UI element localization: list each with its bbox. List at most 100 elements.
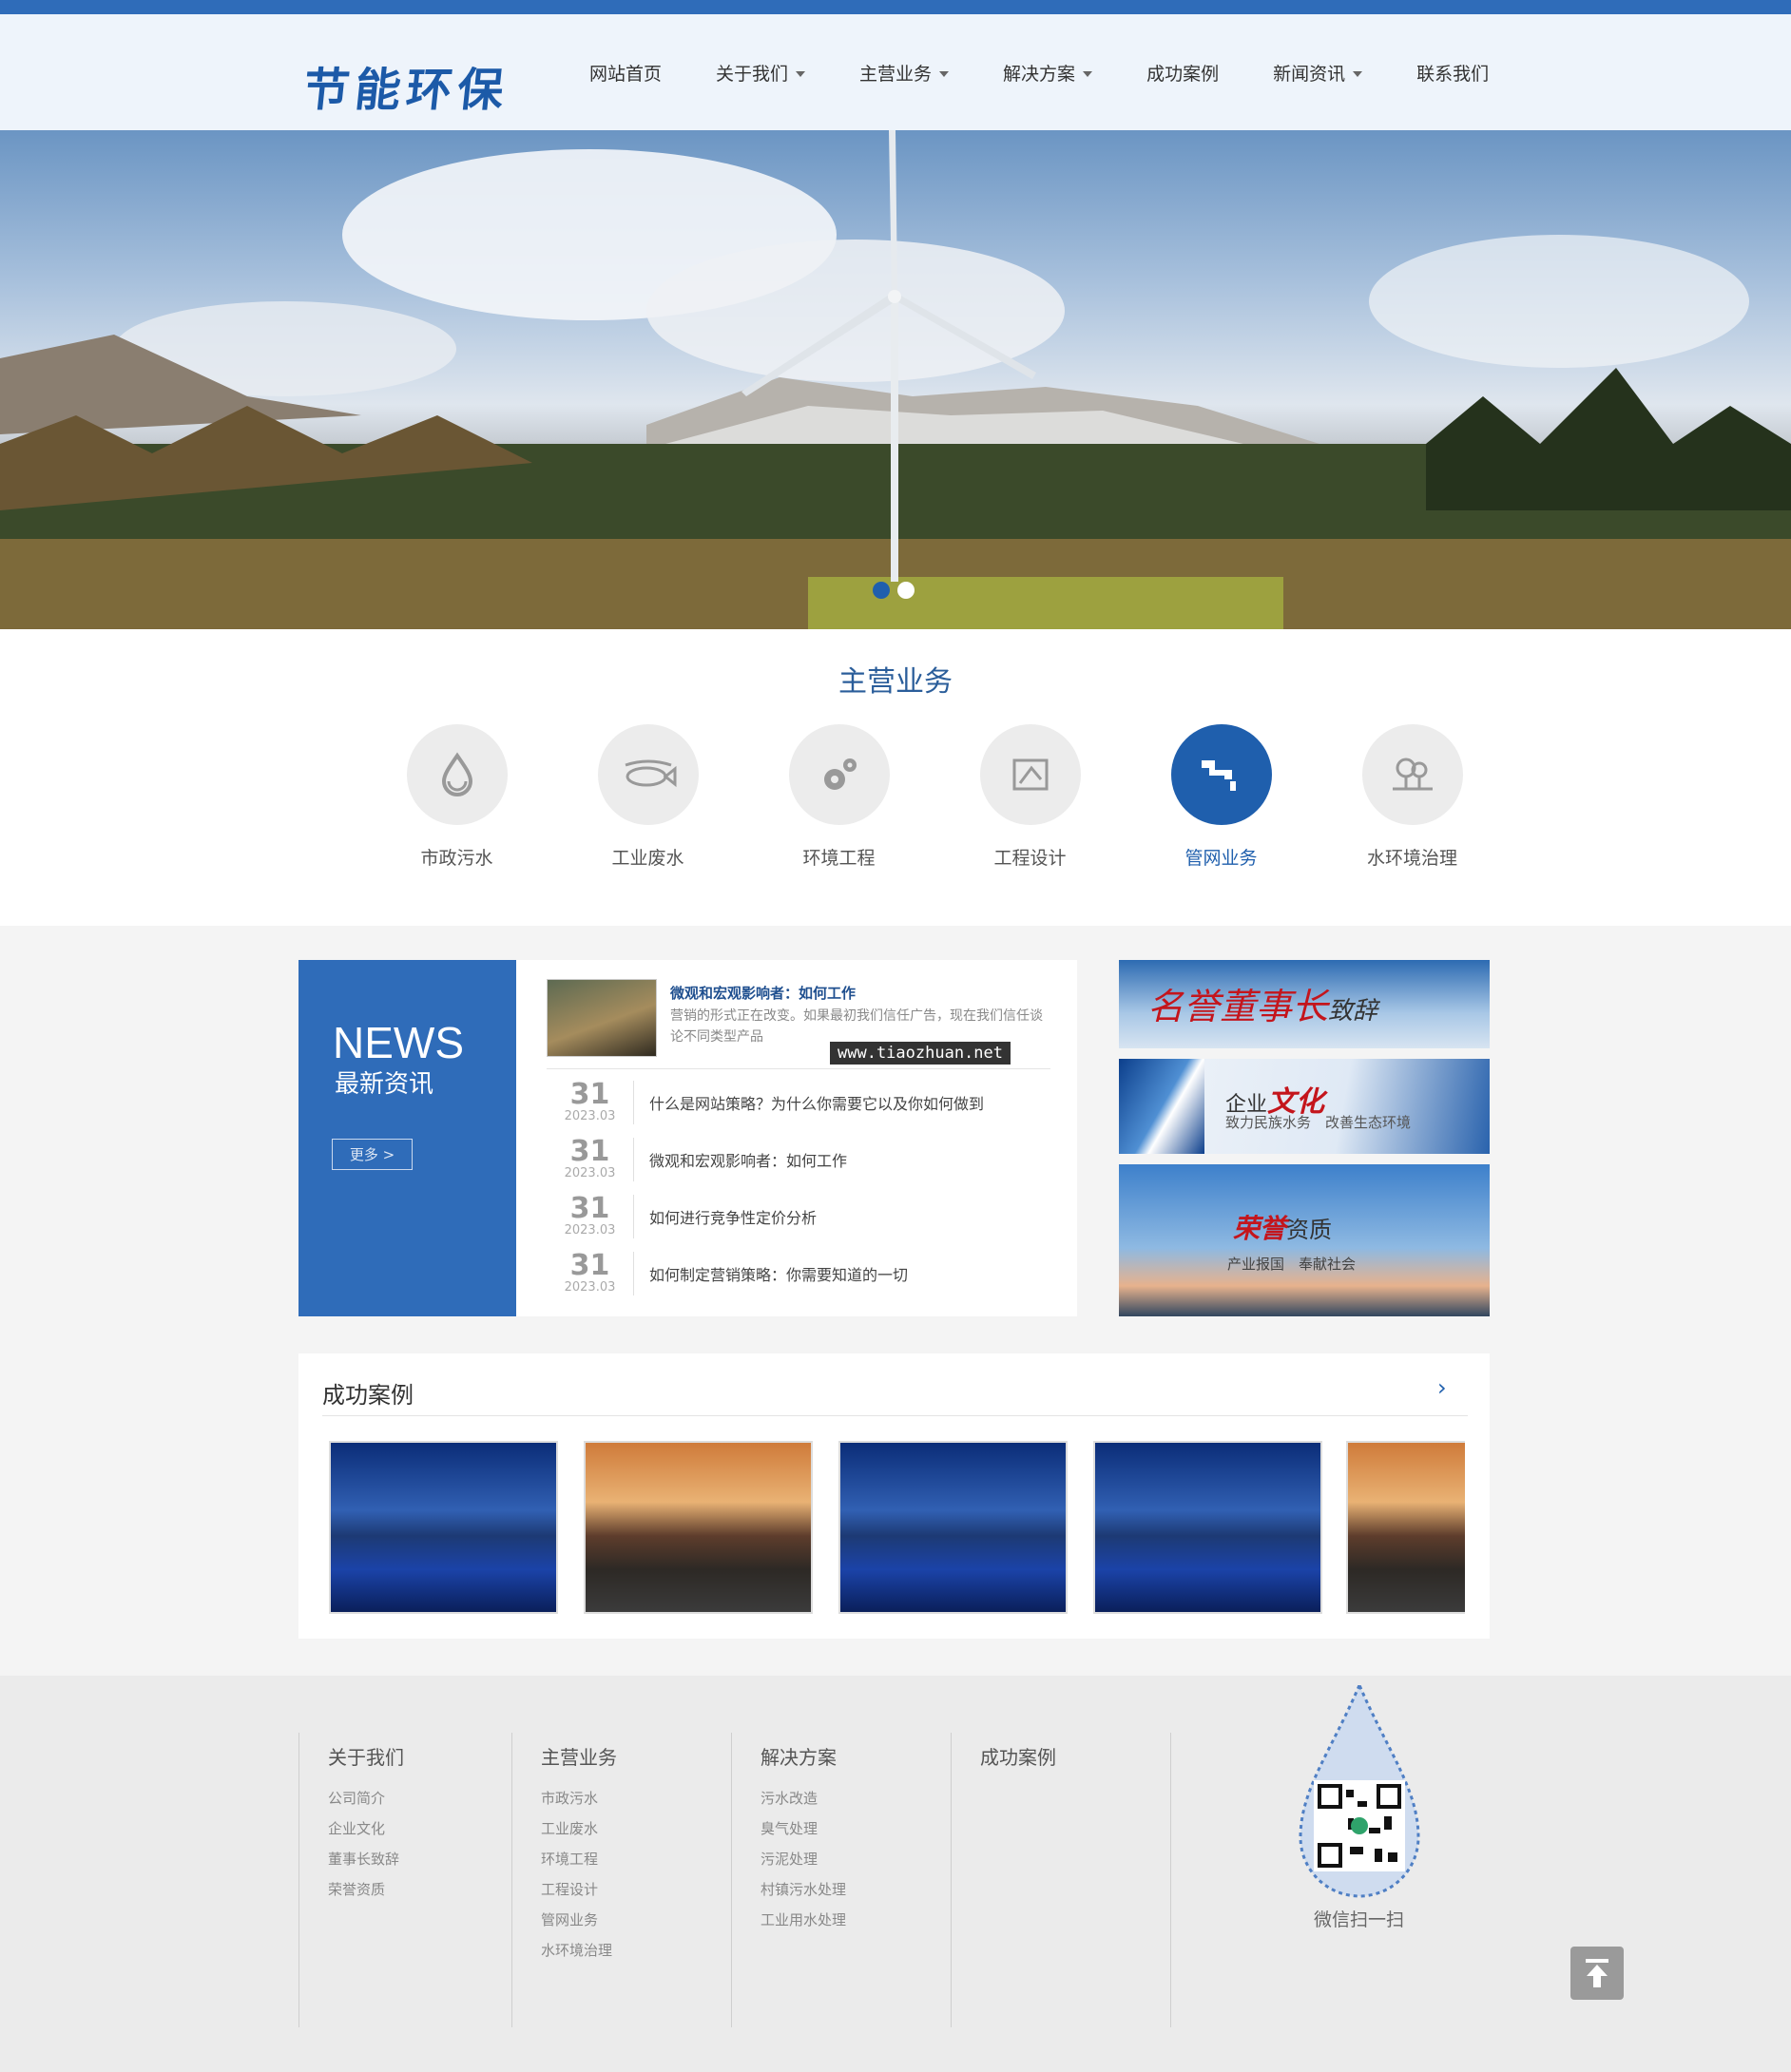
- news-title[interactable]: 微观和宏观影响者：如何工作: [649, 1148, 847, 1171]
- wind-turbine-landscape-image: [0, 130, 1791, 629]
- biz-icon-circle: [406, 724, 508, 825]
- news-cn-title: 最新资讯: [335, 1070, 434, 1099]
- pipe-faucet-icon: [1201, 760, 1236, 791]
- site-logo[interactable]: 节能环保: [300, 52, 512, 119]
- news-title[interactable]: 如何制定营销策略：你需要知道的一切: [649, 1262, 908, 1285]
- news-ym: 2023.03: [564, 1109, 616, 1123]
- featured-news-thumbnail[interactable]: [547, 979, 657, 1057]
- footer: 关于我们 公司简介 企业文化 董事长致辞 荣誉资质 主营业务 市政污水 工业废水…: [0, 1676, 1791, 2072]
- footer-column-title[interactable]: 解决方案: [761, 1742, 951, 1770]
- footer-link[interactable]: 臭气处理: [761, 1813, 951, 1844]
- footer-link[interactable]: 董事长致辞: [328, 1844, 518, 1874]
- nav-label: 联系我们: [1416, 63, 1490, 85]
- footer-column-title[interactable]: 关于我们: [328, 1742, 518, 1770]
- news-ym: 2023.03: [564, 1166, 616, 1180]
- news-day: 31: [569, 1078, 610, 1111]
- case-image[interactable]: [1093, 1441, 1322, 1614]
- business-item-industrial[interactable]: 工业废水: [552, 724, 743, 870]
- ad-chairman-speech[interactable]: 名誉董事长致辞: [1119, 960, 1490, 1048]
- footer-link[interactable]: 污泥处理: [761, 1844, 951, 1874]
- nav-item-cases[interactable]: 成功案例: [1146, 60, 1219, 86]
- nav-item-solutions[interactable]: 解决方案: [1003, 60, 1093, 86]
- banner-dot-2[interactable]: [897, 582, 915, 599]
- footer-link[interactable]: 公司简介: [328, 1783, 518, 1813]
- news-day: 31: [569, 1192, 610, 1225]
- caret-down-icon: [1083, 70, 1093, 77]
- section-title: 主营业务: [838, 665, 953, 699]
- footer-column-cases: 成功案例: [951, 1733, 1170, 2027]
- nav-label: 新闻资讯: [1273, 63, 1346, 85]
- footer-link[interactable]: 荣誉资质: [328, 1874, 518, 1905]
- footer-column-about: 关于我们 公司简介 企业文化 董事长致辞 荣誉资质: [298, 1733, 518, 2027]
- news-item[interactable]: 31 2023.03 如何制定营销策略：你需要知道的一切: [547, 1245, 1050, 1302]
- cases-section: 成功案例 ›: [298, 1353, 1490, 1639]
- biz-icon-circle-active: [1170, 724, 1272, 825]
- news-title[interactable]: 如何进行竞争性定价分析: [649, 1205, 817, 1228]
- case-image[interactable]: [329, 1441, 558, 1614]
- back-to-top-button[interactable]: [1570, 1947, 1624, 2000]
- news-item[interactable]: 31 2023.03 微观和宏观影响者：如何工作: [547, 1131, 1050, 1188]
- hero-banner: [0, 130, 1791, 629]
- footer-link[interactable]: 工业废水: [541, 1813, 731, 1844]
- footer-link[interactable]: 水环境治理: [541, 1935, 731, 1966]
- business-item-water-env[interactable]: 水环境治理: [1317, 724, 1508, 870]
- business-label: 水环境治理: [1366, 848, 1457, 869]
- business-list: 市政污水 工业废水 环境工程 工程设计 管网业务 水环境治理: [361, 724, 1508, 870]
- news-item[interactable]: 31 2023.03 如何进行竞争性定价分析: [547, 1188, 1050, 1245]
- arrow-up-icon: [1586, 1959, 1608, 1987]
- ad-title-small: 致辞: [1328, 997, 1378, 1026]
- ad-title: 名誉董事长致辞: [1147, 977, 1377, 1029]
- business-item-municipal[interactable]: 市政污水: [361, 724, 552, 870]
- biz-icon-circle: [979, 724, 1081, 825]
- footer-link[interactable]: 村镇污水处理: [761, 1874, 951, 1905]
- footer-link[interactable]: 工业用水处理: [761, 1905, 951, 1935]
- ad-title-main: 名誉董事长: [1147, 986, 1329, 1027]
- ad-corporate-culture[interactable]: 企业文化 致力民族水务 改善生态环境: [1119, 1059, 1490, 1154]
- nav-item-business[interactable]: 主营业务: [859, 60, 950, 86]
- chevron-right-icon[interactable]: ›: [1437, 1374, 1447, 1401]
- ad-title-tail: 资质: [1286, 1217, 1333, 1243]
- footer-column-title[interactable]: 主营业务: [541, 1742, 731, 1770]
- ad-title: 荣誉资质: [1233, 1208, 1332, 1246]
- nav-label: 主营业务: [859, 63, 933, 85]
- footer-link[interactable]: 环境工程: [541, 1844, 731, 1874]
- case-image[interactable]: [584, 1441, 813, 1614]
- divider: [322, 1415, 1468, 1416]
- news-more-button[interactable]: 更多 >: [332, 1139, 413, 1170]
- ad-honors[interactable]: 荣誉资质 产业报国 奉献社会: [1119, 1164, 1490, 1316]
- drafting-icon: [1012, 758, 1048, 791]
- nav-label: 成功案例: [1146, 63, 1220, 85]
- tree-landscape-icon: [1392, 758, 1433, 791]
- business-label: 工程设计: [993, 848, 1067, 869]
- footer-link[interactable]: 管网业务: [541, 1905, 731, 1935]
- footer-link[interactable]: 企业文化: [328, 1813, 518, 1844]
- business-item-pipe[interactable]: 管网业务: [1126, 724, 1317, 870]
- featured-news-title[interactable]: 微观和宏观影响者：如何工作: [670, 983, 856, 1003]
- case-image[interactable]: [1346, 1441, 1465, 1614]
- nav-item-news[interactable]: 新闻资讯: [1273, 60, 1363, 86]
- case-image[interactable]: [838, 1441, 1068, 1614]
- gears-icon: [823, 758, 857, 790]
- news-title[interactable]: 什么是网站策略？为什么你需要它以及你如何做到: [649, 1091, 984, 1114]
- business-item-design[interactable]: 工程设计: [934, 724, 1126, 870]
- cases-title: 成功案例: [322, 1382, 414, 1409]
- wechat-qr-code: [1299, 1685, 1420, 1898]
- footer-link[interactable]: 污水改造: [761, 1783, 951, 1813]
- news-panel: NEWS 最新资讯 更多 >: [298, 960, 516, 1316]
- business-item-environment[interactable]: 环境工程: [743, 724, 934, 870]
- news-date: 31 2023.03: [547, 1195, 634, 1238]
- footer-column-solutions: 解决方案 污水改造 臭气处理 污泥处理 村镇污水处理 工业用水处理: [731, 1733, 951, 2027]
- nav-item-about[interactable]: 关于我们: [716, 60, 806, 86]
- main-nav: 网站首页 关于我们 主营业务 解决方案 成功案例 新闻资讯 联系我们: [589, 14, 1543, 130]
- footer-link[interactable]: 工程设计: [541, 1874, 731, 1905]
- news-en-title: NEWS: [333, 1018, 464, 1067]
- featured-news[interactable]: 微观和宏观影响者：如何工作 营销的形式正在改变。如果最初我们信任广告，现在我们信…: [547, 979, 1050, 1069]
- footer-link[interactable]: 市政污水: [541, 1783, 731, 1813]
- footer-column-title[interactable]: 成功案例: [980, 1742, 1170, 1770]
- nav-item-home[interactable]: 网站首页: [589, 60, 662, 86]
- news-item[interactable]: 31 2023.03 什么是网站策略？为什么你需要它以及你如何做到: [547, 1074, 1050, 1131]
- nav-label: 网站首页: [589, 63, 663, 85]
- banner-dot-1[interactable]: [873, 582, 890, 599]
- nav-label: 关于我们: [716, 63, 789, 85]
- nav-item-contact[interactable]: 联系我们: [1416, 60, 1489, 86]
